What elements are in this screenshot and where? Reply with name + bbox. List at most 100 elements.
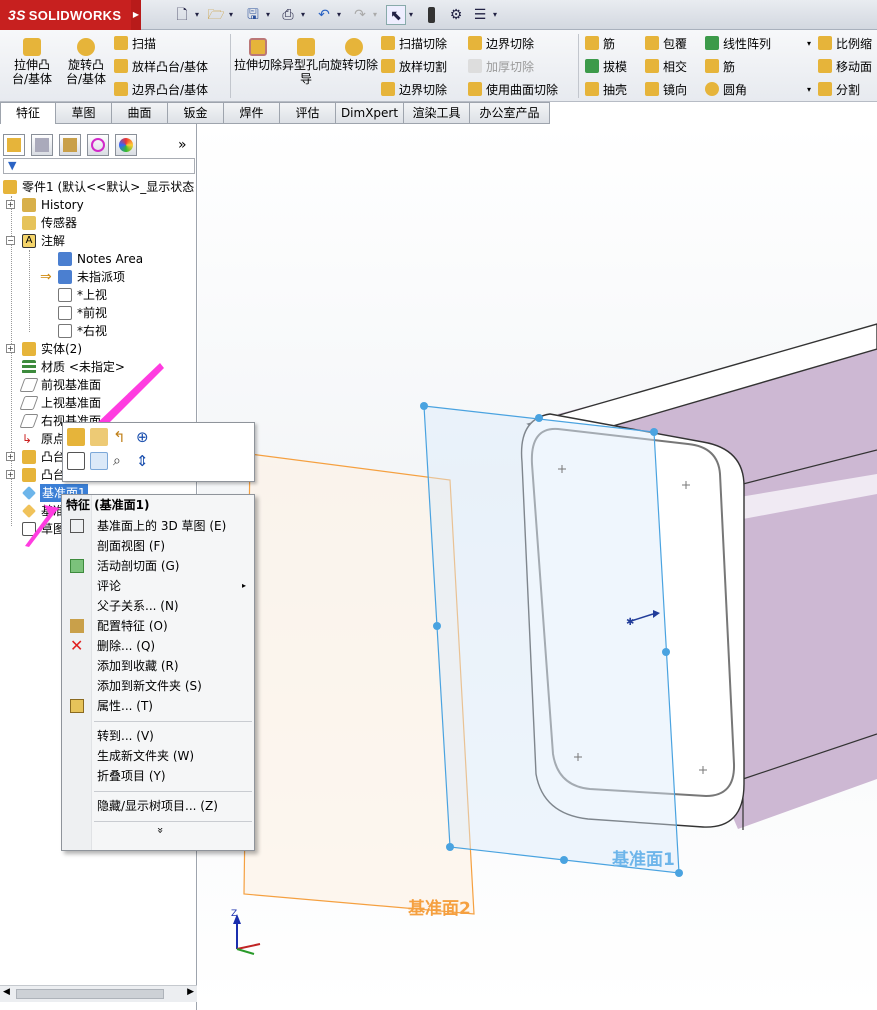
- scroll-right-icon[interactable]: ▶: [187, 987, 194, 997]
- chevron-down-icon[interactable]: ▾: [334, 5, 344, 25]
- plane1-outline[interactable]: [423, 405, 680, 874]
- scroll-left-icon[interactable]: ◀: [3, 987, 10, 997]
- tab-render-tools[interactable]: 渲染工具: [404, 102, 470, 124]
- menu-expand-more-icon[interactable]: »: [152, 827, 168, 847]
- menu-properties[interactable]: 属性... (T): [62, 696, 254, 716]
- revolve-cut-label: 旋转切除: [329, 58, 378, 72]
- undo-icon[interactable]: ↶: [314, 5, 334, 25]
- scale-button[interactable]: 比例缩: [818, 34, 877, 54]
- menu-label: 转到... (V): [97, 729, 154, 743]
- wrap-button[interactable]: 包覆: [645, 34, 705, 54]
- menu-go-to[interactable]: 转到... (V): [62, 726, 254, 746]
- draft-label: 拔模: [603, 60, 628, 74]
- chevron-down-icon[interactable]: ▾: [370, 5, 380, 25]
- tab-weldments[interactable]: 焊件: [224, 102, 280, 124]
- save-icon[interactable]: 🖫: [243, 5, 263, 25]
- hide-show-icon[interactable]: [90, 452, 108, 470]
- zoom-selection-icon[interactable]: ⌕: [113, 452, 131, 470]
- normal-to-icon[interactable]: ⊕: [136, 428, 154, 446]
- menu-add-to-favorites[interactable]: 添加到收藏 (R): [62, 656, 254, 676]
- configure-icon[interactable]: [90, 428, 108, 446]
- boundary-cut-2-label: 边界切除: [486, 37, 535, 51]
- redo-icon[interactable]: ↷: [350, 5, 370, 25]
- menu-parent-child[interactable]: 父子关系... (N): [62, 596, 254, 616]
- configure-feature-icon: [70, 619, 84, 633]
- menu-delete[interactable]: ✕ 删除... (Q): [62, 636, 254, 656]
- boundary-cut-icon: [381, 82, 395, 96]
- customize-icon[interactable]: ☰: [470, 5, 490, 25]
- rib-2-icon: [705, 59, 719, 73]
- rollback-icon[interactable]: ↰: [113, 428, 131, 446]
- section-plane-icon: [70, 559, 84, 573]
- menu-configure-feature[interactable]: 配置特征 (O): [62, 616, 254, 636]
- swept-cut-button[interactable]: 扫描切除: [381, 34, 465, 54]
- menu-comment[interactable]: 评论 ▸: [62, 576, 254, 596]
- menu-live-section-plane[interactable]: 活动剖切面 (G): [62, 556, 254, 576]
- edit-feature-icon[interactable]: [67, 428, 85, 446]
- swept-cut-icon: [381, 36, 395, 50]
- extruded-cut-button[interactable]: 拉伸切除: [232, 34, 284, 98]
- menu-collapse-items[interactable]: 折叠项目 (Y): [62, 766, 254, 786]
- swept-cut-label: 扫描切除: [399, 37, 448, 51]
- linear-pattern-button[interactable]: 线性阵列 ▾: [705, 34, 815, 54]
- fillet-icon: [705, 82, 719, 96]
- tab-evaluate[interactable]: 评估: [280, 102, 336, 124]
- draft-button[interactable]: 拔模: [585, 57, 645, 77]
- plane2-label[interactable]: 基准面2: [407, 898, 471, 919]
- scrollbar-thumb[interactable]: [16, 989, 164, 999]
- thicken-cut-button[interactable]: 加厚切除: [468, 57, 574, 77]
- chevron-down-icon[interactable]: ▾: [406, 5, 416, 25]
- chevron-down-icon[interactable]: ▾: [298, 5, 308, 25]
- menu-label: 隐藏/显示树项目... (Z): [97, 799, 218, 813]
- move-face-button[interactable]: 移动面: [818, 57, 877, 77]
- boundary-cut-button[interactable]: 边界切除: [381, 80, 465, 100]
- rib-button[interactable]: 筋: [585, 34, 645, 54]
- panel-horizontal-scrollbar[interactable]: ◀ ▶: [0, 985, 197, 1002]
- graphics-area[interactable]: ✱ 基准面1 基准面2 Z: [80, 124, 877, 1010]
- fillet-button[interactable]: 圆角 ▾: [705, 80, 815, 100]
- options-icon[interactable]: ⚙: [446, 5, 466, 25]
- mirror-button[interactable]: 镜向: [645, 80, 705, 100]
- move-face-label: 移动面: [836, 60, 873, 74]
- chevron-down-icon[interactable]: ▾: [807, 80, 811, 100]
- rib-2-label: 筋: [723, 60, 736, 74]
- hole-wizard-button[interactable]: 异型孔向导: [280, 34, 332, 98]
- menu-3d-sketch-on-plane[interactable]: 基准面上的 3D 草图 (E): [62, 516, 254, 536]
- linear-pattern-label: 线性阵列: [723, 37, 772, 51]
- menu-hide-show-tree-items[interactable]: 隐藏/显示树项目... (Z): [62, 796, 254, 816]
- rib-2-button[interactable]: 筋: [705, 57, 815, 77]
- chevron-down-icon[interactable]: ▾: [490, 5, 500, 25]
- chevron-down-icon[interactable]: ▾: [807, 34, 811, 54]
- ribbon-separator: [230, 34, 231, 98]
- menu-section-view[interactable]: 剖面视图 (F): [62, 536, 254, 556]
- move-icon[interactable]: ⇕: [136, 452, 154, 470]
- lofted-cut-button[interactable]: 放样切割: [381, 57, 465, 77]
- mirror-label: 镜向: [663, 83, 688, 97]
- chevron-down-icon[interactable]: ▾: [226, 5, 236, 25]
- sketch-icon[interactable]: [67, 452, 85, 470]
- plane1-label[interactable]: 基准面1: [611, 849, 675, 870]
- highlight-arrow-2-head: [44, 505, 60, 516]
- print-icon[interactable]: ⎙: [278, 5, 298, 25]
- tab-dimxpert[interactable]: DimXpert: [336, 102, 404, 124]
- surface-cut-button[interactable]: 使用曲面切除: [468, 80, 574, 100]
- move-face-icon: [818, 59, 832, 73]
- shell-button[interactable]: 抽壳: [585, 80, 645, 100]
- intersect-button[interactable]: 相交: [645, 57, 705, 77]
- menu-label: 剖面视图 (F): [97, 539, 166, 553]
- menu-label: 父子关系... (N): [97, 599, 179, 613]
- revolved-cut-button[interactable]: 旋转切除: [328, 34, 380, 98]
- chevron-down-icon[interactable]: ▾: [263, 5, 273, 25]
- model-viewport[interactable]: ✱ 基准面1 基准面2 Z: [80, 124, 877, 1010]
- context-toolbar: ↰ ⊕ ⌕ ⇕: [62, 422, 255, 482]
- split-button[interactable]: 分割: [818, 80, 877, 100]
- select-cursor-icon[interactable]: ⬉: [386, 5, 406, 25]
- menu-separator: [94, 821, 252, 822]
- menu-add-to-new-folder[interactable]: 添加到新文件夹 (S): [62, 676, 254, 696]
- menu-separator: [94, 721, 252, 722]
- tab-office-products[interactable]: 办公室产品: [470, 102, 550, 124]
- lofted-cut-icon: [381, 59, 395, 73]
- traffic-light-icon[interactable]: [428, 7, 435, 23]
- boundary-cut-2-button[interactable]: 边界切除: [468, 34, 574, 54]
- menu-create-new-folder[interactable]: 生成新文件夹 (W): [62, 746, 254, 766]
